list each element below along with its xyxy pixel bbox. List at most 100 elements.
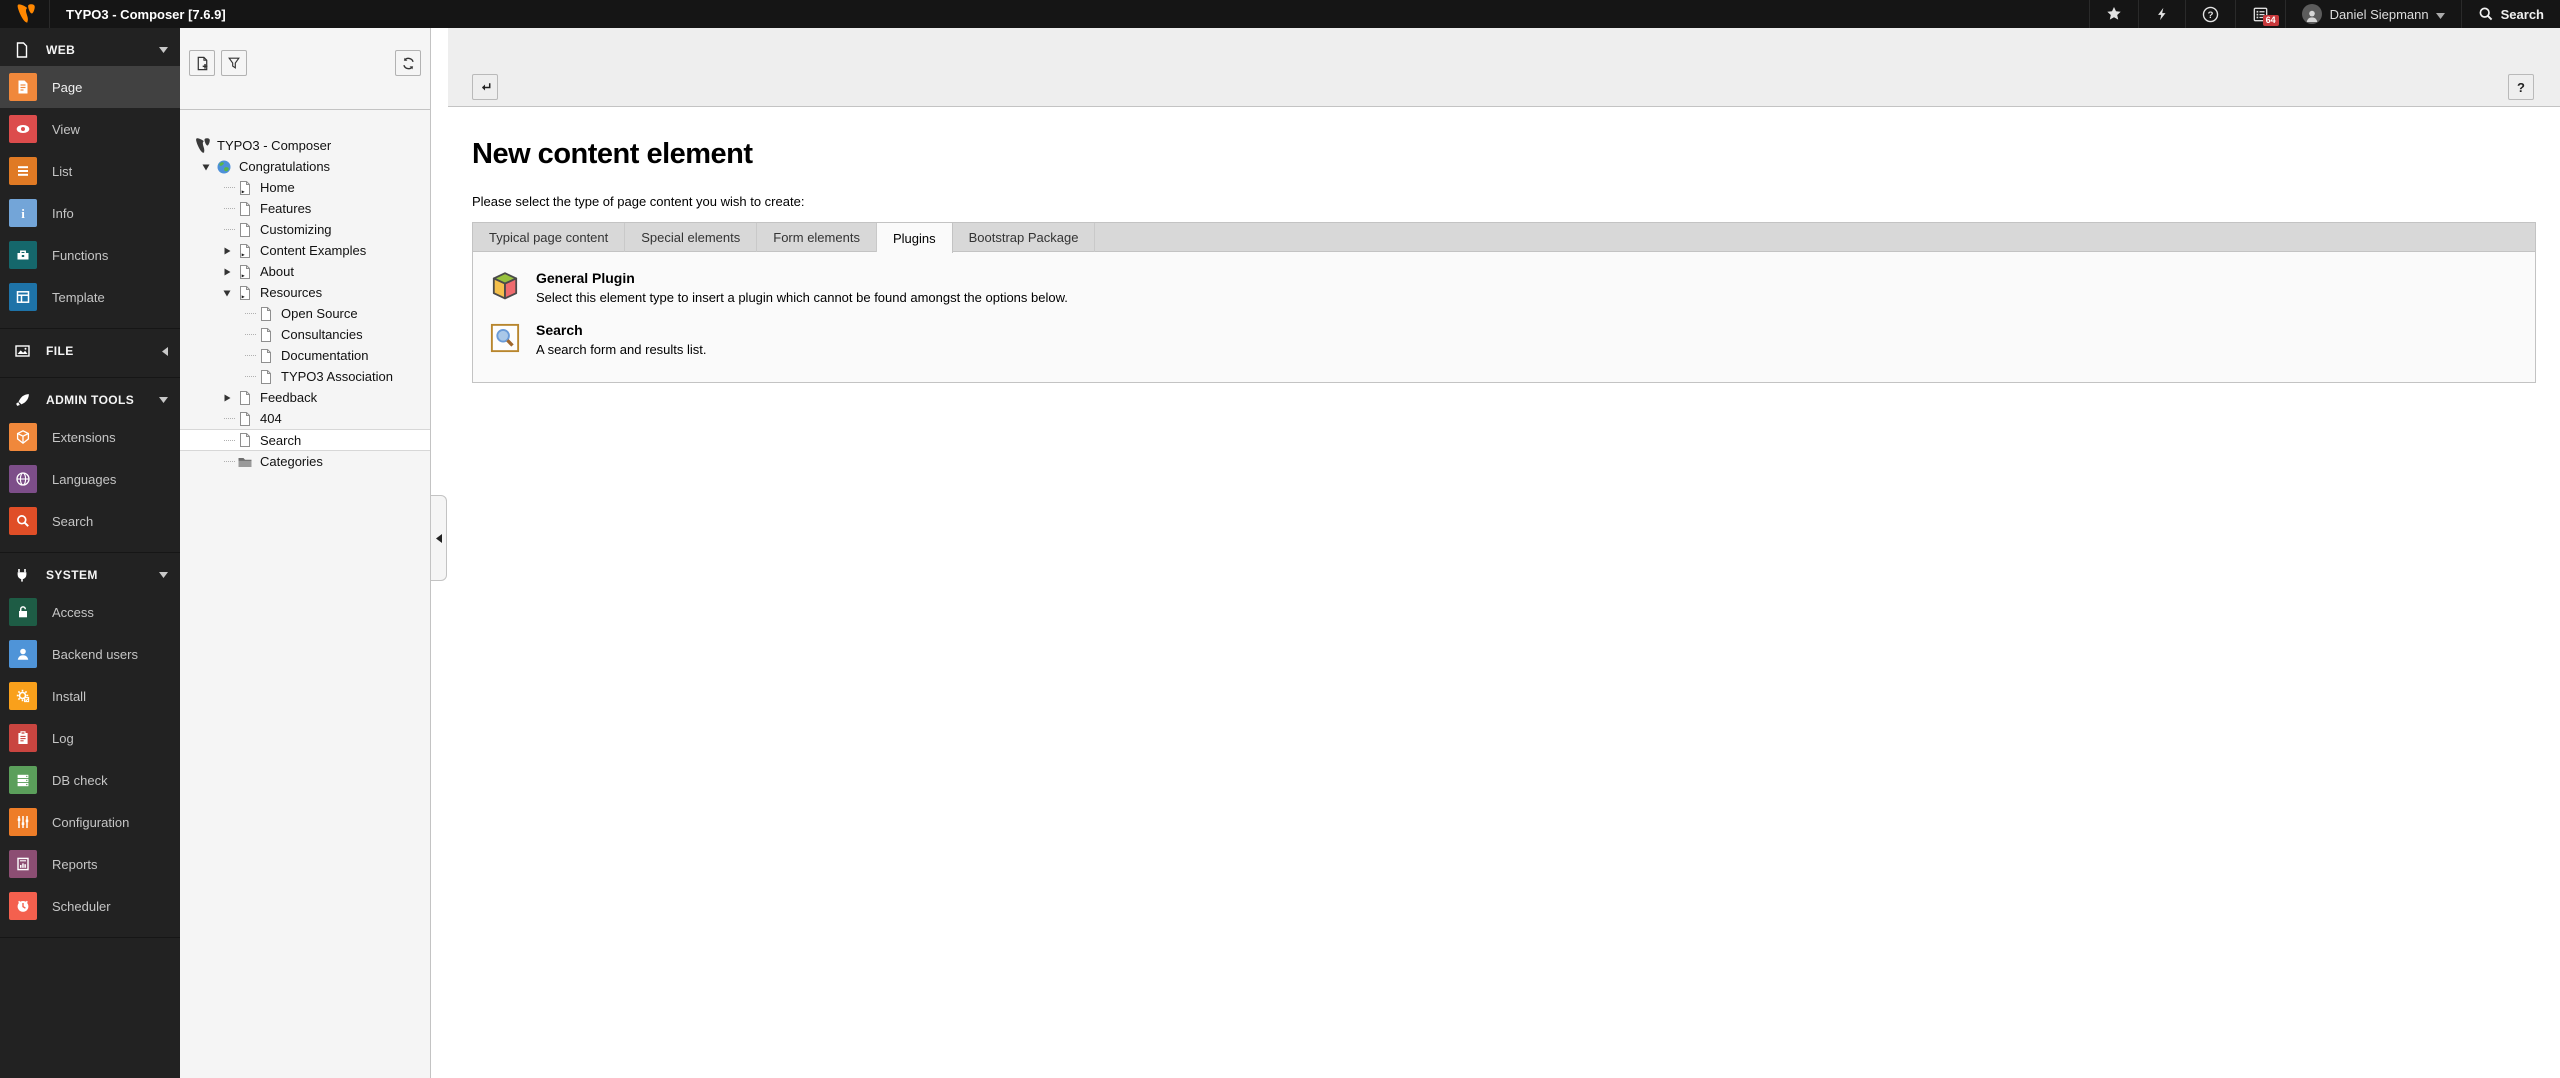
expand-collapse-icon[interactable] — [223, 289, 231, 297]
tree-node-about[interactable]: About — [180, 261, 430, 282]
tree-node-congratulations[interactable]: Congratulations — [180, 156, 430, 177]
help-button[interactable]: ? — [2508, 74, 2534, 100]
page-tree-panel: TYPO3 - Composer Congratulations Home Fe… — [180, 28, 431, 1078]
tree-node-open-source[interactable]: Open Source — [180, 303, 430, 324]
view-module-icon — [9, 115, 37, 143]
module-group-header-admin-tools[interactable]: ADMIN TOOLS — [0, 384, 180, 416]
page-module-icon — [9, 73, 37, 101]
module-item-label: Template — [52, 290, 105, 305]
refresh-icon — [401, 56, 416, 71]
module-item-languages[interactable]: Languages — [0, 458, 180, 500]
module-item-page[interactable]: Page — [0, 66, 180, 108]
tree-node-label: Home — [260, 180, 295, 195]
clear-cache-button[interactable] — [2138, 0, 2185, 28]
tree-node-label: Customizing — [260, 222, 332, 237]
page-icon — [258, 306, 274, 322]
tree-node-content-examples[interactable]: Content Examples — [180, 240, 430, 261]
tree-line — [224, 418, 235, 419]
module-item-label: Info — [52, 206, 74, 221]
tree-node-label: Search — [260, 433, 301, 448]
tab-typical-page-content[interactable]: Typical page content — [473, 223, 625, 252]
page-shortcut-icon — [237, 285, 253, 301]
tree-node-feedback[interactable]: Feedback — [180, 387, 430, 408]
user-menu-button[interactable]: Daniel Siepmann — [2285, 0, 2461, 28]
module-item-log[interactable]: Log — [0, 717, 180, 759]
tree-line — [224, 208, 235, 209]
tree-line — [245, 376, 256, 377]
module-group-header-system[interactable]: SYSTEM — [0, 559, 180, 591]
tree-node-search-selected[interactable]: Search — [180, 429, 430, 451]
help-menu-button[interactable]: ? — [2185, 0, 2235, 28]
tree-node-label: Congratulations — [239, 159, 330, 174]
bookmarks-button[interactable] — [2089, 0, 2138, 28]
toolbar-search-button[interactable]: Search — [2461, 0, 2560, 28]
typo3-logo-icon — [194, 138, 210, 154]
module-item-functions[interactable]: Functions — [0, 234, 180, 276]
opendocs-button[interactable]: 64 — [2235, 0, 2285, 28]
module-item-backend-users[interactable]: Backend users — [0, 633, 180, 675]
globe-page-icon — [216, 159, 232, 175]
tree-node-home[interactable]: Home — [180, 177, 430, 198]
tab-panel-plugins: General Plugin Select this element type … — [472, 251, 2536, 383]
tree-collapse-handle[interactable] — [431, 495, 447, 581]
tree-node-features[interactable]: Features — [180, 198, 430, 219]
module-item-list[interactable]: List — [0, 150, 180, 192]
new-page-button[interactable] — [189, 50, 215, 76]
module-item-search[interactable]: Search — [0, 500, 180, 542]
content-element-search[interactable]: Search A search form and results list. — [489, 316, 2519, 363]
expand-collapse-icon[interactable] — [223, 268, 231, 276]
page-shortcut-icon — [237, 180, 253, 196]
tree-line — [224, 461, 235, 462]
info-module-icon: i — [9, 199, 37, 227]
tree-node-label: Categories — [260, 454, 323, 469]
module-group-header-web[interactable]: WEB — [0, 34, 180, 66]
expand-collapse-icon[interactable] — [223, 247, 231, 255]
module-item-label: Functions — [52, 248, 108, 263]
tab-bar: Typical page content Special elements Fo… — [472, 222, 2536, 251]
expand-collapse-icon[interactable] — [223, 394, 231, 402]
module-item-access[interactable]: Access — [0, 591, 180, 633]
module-item-db-check[interactable]: DB check — [0, 759, 180, 801]
configuration-module-icon — [9, 808, 37, 836]
tab-bootstrap-package[interactable]: Bootstrap Package — [953, 223, 1096, 252]
module-item-extensions[interactable]: Extensions — [0, 416, 180, 458]
module-item-info[interactable]: i Info — [0, 192, 180, 234]
tab-special-elements[interactable]: Special elements — [625, 223, 757, 252]
tab-form-elements[interactable]: Form elements — [757, 223, 877, 252]
module-item-view[interactable]: View — [0, 108, 180, 150]
filter-button[interactable] — [221, 50, 247, 76]
page-icon — [258, 348, 274, 364]
tree-node-404[interactable]: 404 — [180, 408, 430, 429]
module-group-system: SYSTEM Access Backend users Install — [0, 553, 180, 938]
module-item-install[interactable]: Install — [0, 675, 180, 717]
tree-node-root[interactable]: TYPO3 - Composer — [180, 135, 430, 156]
plugin-cube-icon — [489, 270, 521, 302]
content-element-general-plugin[interactable]: General Plugin Select this element type … — [489, 264, 2519, 311]
svg-text:?: ? — [2207, 9, 2213, 20]
content-element-title: Search — [536, 322, 707, 338]
tree-node-typo3-association[interactable]: TYPO3 Association — [180, 366, 430, 387]
chevron-left-icon — [436, 534, 442, 543]
page-tree: TYPO3 - Composer Congratulations Home Fe… — [180, 110, 430, 472]
tree-node-customizing[interactable]: Customizing — [180, 219, 430, 240]
page-shortcut-icon — [237, 243, 253, 259]
tree-line — [245, 355, 256, 356]
tree-node-label: 404 — [260, 411, 282, 426]
star-icon — [2106, 6, 2122, 22]
module-item-configuration[interactable]: Configuration — [0, 801, 180, 843]
tree-node-resources[interactable]: Resources — [180, 282, 430, 303]
file-module-icon — [13, 342, 31, 360]
tree-node-consultancies[interactable]: Consultancies — [180, 324, 430, 345]
tab-plugins[interactable]: Plugins — [877, 223, 953, 253]
close-back-button[interactable] — [472, 74, 498, 100]
tree-node-documentation[interactable]: Documentation — [180, 345, 430, 366]
typo3-logo[interactable] — [0, 0, 50, 28]
module-item-template[interactable]: Template — [0, 276, 180, 318]
module-item-scheduler[interactable]: Scheduler — [0, 885, 180, 927]
refresh-tree-button[interactable] — [395, 50, 421, 76]
new-page-icon — [195, 56, 210, 71]
tree-node-categories[interactable]: Categories — [180, 451, 430, 472]
module-group-header-file[interactable]: FILE — [0, 335, 180, 367]
module-item-reports[interactable]: Reports — [0, 843, 180, 885]
expand-collapse-icon[interactable] — [202, 163, 210, 171]
